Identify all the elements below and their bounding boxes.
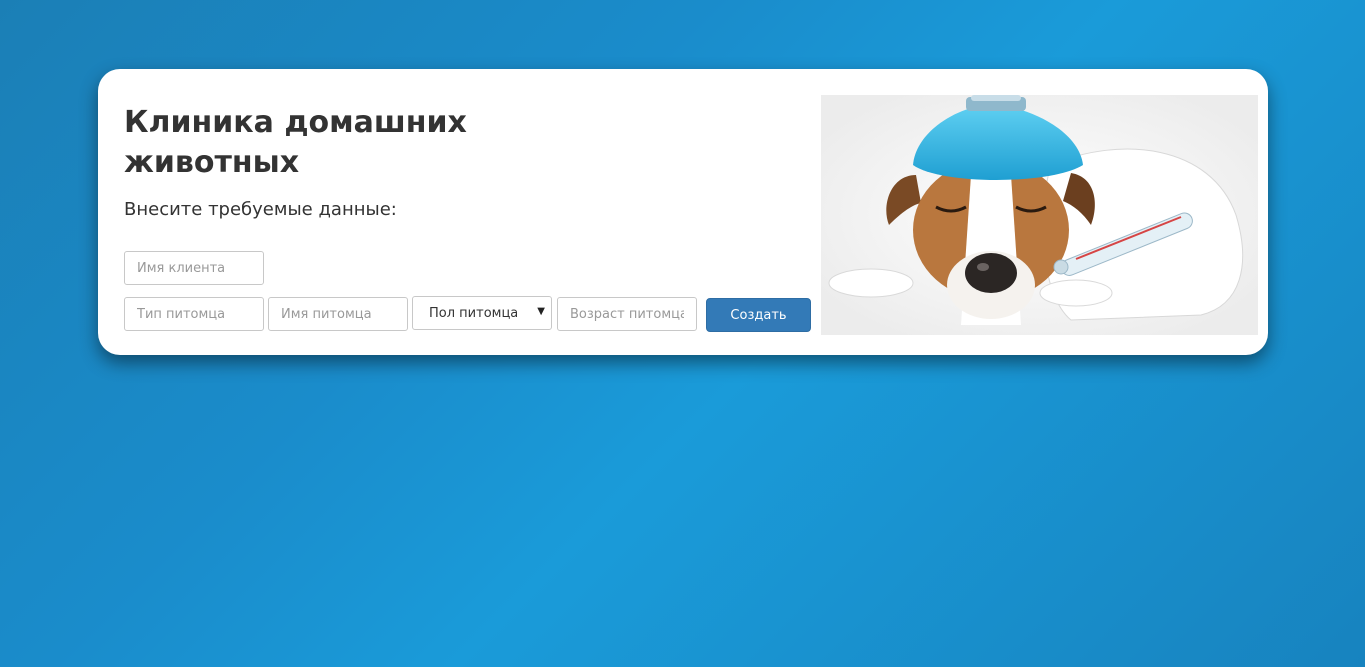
pet-gender-selected: Пол питомца	[429, 305, 517, 321]
pet-age-input[interactable]	[557, 297, 697, 331]
form-subtitle: Внесите требуемые данные:	[124, 199, 397, 220]
pet-type-input[interactable]	[124, 297, 264, 331]
dropdown-arrow-icon: ▼	[537, 306, 545, 317]
sick-dog-illustration-icon	[821, 95, 1258, 335]
client-name-input[interactable]	[124, 251, 264, 285]
pet-name-input[interactable]	[268, 297, 408, 331]
pet-gender-select[interactable]: Пол питомца ▼	[412, 296, 552, 330]
sick-dog-image	[821, 95, 1258, 335]
page-title: Клиника домашних животных	[124, 105, 467, 180]
create-button[interactable]: Создать	[706, 298, 811, 332]
clinic-card: Клиника домашних животных Внесите требуе…	[98, 69, 1268, 355]
